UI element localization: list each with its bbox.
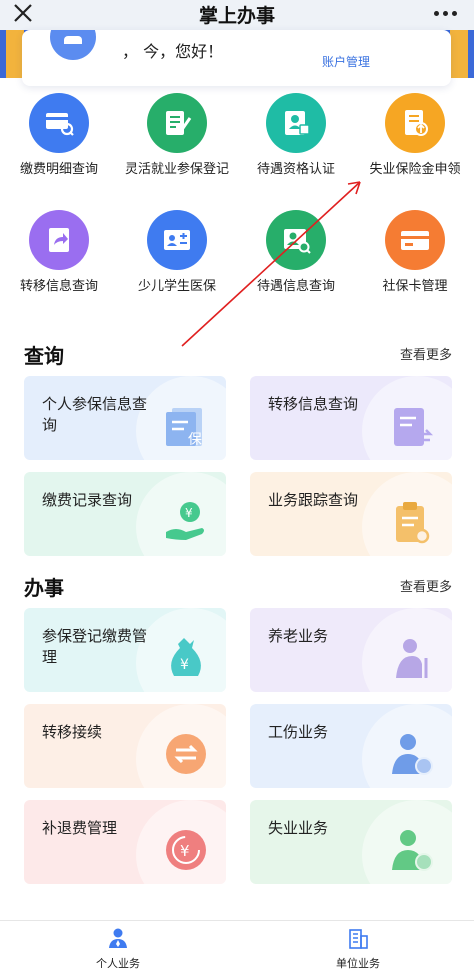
nav-unit-business[interactable]: 单位业务	[298, 927, 418, 971]
card-personal-insurance-query[interactable]: 个人参保信息查询 保	[24, 376, 226, 460]
user-card-wrap: ， 今，您好！ 账户管理	[0, 30, 474, 90]
page-title: 掌上办事	[198, 5, 275, 27]
unemployment-person-icon	[392, 830, 433, 871]
card-transfer-info-query[interactable]: 转移信息查询	[250, 376, 452, 460]
user-card: ， 今，您好！ 账户管理	[22, 30, 451, 86]
section-title: 查询	[24, 344, 64, 368]
card-pension-business[interactable]: 养老业务	[250, 608, 452, 692]
top-bar: 掌上办事	[0, 0, 474, 30]
benefit-info-search-icon	[266, 210, 326, 270]
quick-item-benefit-info[interactable]: 待遇信息查询	[237, 210, 355, 295]
card-label: 转移信息查询	[268, 395, 359, 413]
quick-item-label: 社保卡管理	[382, 279, 448, 294]
money-bag-icon: ¥	[171, 638, 201, 676]
card-payment-record-query[interactable]: 缴费记录查询 ¥	[24, 472, 226, 556]
quick-item-benefit-qualification[interactable]: 待遇资格认证	[237, 93, 355, 178]
card-insurance-registration-payment[interactable]: 参保登记缴费管理 ¥	[24, 608, 226, 692]
user-greeting: ， 今，您好！	[122, 42, 224, 61]
work-see-more-link[interactable]: 查看更多	[400, 576, 452, 595]
quick-item-label: 少儿学生医保	[137, 279, 216, 294]
quick-item-payment-detail[interactable]: 缴费明细查询	[0, 93, 118, 178]
nav-personal-business[interactable]: 个人业务	[58, 927, 178, 971]
transfer-doc-icon	[394, 408, 434, 446]
payment-hand-icon: ¥	[166, 502, 204, 540]
card-refund-management[interactable]: 补退费管理 ¥	[24, 800, 226, 884]
query-see-more-link[interactable]: 查看更多	[400, 344, 452, 363]
work-injury-icon	[392, 734, 433, 775]
tracking-clipboard-icon	[396, 502, 430, 544]
nav-label: 个人业务	[96, 957, 140, 970]
card-label: 转移接续	[42, 723, 103, 741]
quick-item-label: 失业保险金申领	[369, 162, 461, 177]
transfer-arrows-icon	[166, 734, 206, 774]
child-medical-insurance-icon	[147, 210, 207, 270]
quick-item-unemployment-claim[interactable]: 失业保险金申领	[356, 93, 474, 178]
payment-detail-search-icon	[29, 93, 89, 153]
quick-item-label: 待遇资格认证	[256, 162, 335, 177]
quick-item-child-medical[interactable]: 少儿学生医保	[118, 210, 236, 295]
card-unemployment-business[interactable]: 失业业务	[250, 800, 452, 884]
transfer-info-icon	[29, 210, 89, 270]
quick-item-label: 待遇信息查询	[256, 279, 335, 294]
svg-text:保: 保	[188, 432, 202, 448]
refund-icon: ¥	[166, 830, 206, 870]
svg-text:¥: ¥	[185, 506, 193, 520]
quick-item-label: 缴费明细查询	[19, 162, 98, 177]
quick-item-social-card[interactable]: 社保卡管理	[356, 210, 474, 295]
card-label: 补退费管理	[42, 819, 118, 837]
avatar[interactable]	[50, 30, 96, 60]
benefit-qualification-icon	[266, 93, 326, 153]
flexible-employment-register-icon	[147, 93, 207, 153]
card-label: 养老业务	[268, 627, 329, 645]
quick-item-label: 灵活就业参保登记	[124, 162, 229, 177]
card-label: 缴费记录查询	[42, 491, 133, 509]
card-work-injury[interactable]: 工伤业务	[250, 704, 452, 788]
person-icon	[109, 928, 127, 948]
work-section-header: 办事 查看更多	[24, 572, 452, 602]
bottom-nav: 个人业务 单位业务	[0, 920, 474, 977]
card-transfer-continuation[interactable]: 转移接续	[24, 704, 226, 788]
unemployment-claim-icon	[385, 93, 445, 153]
quick-item-flexible-employment[interactable]: 灵活就业参保登记	[118, 93, 236, 178]
svg-text:¥: ¥	[180, 842, 190, 860]
card-label: 个人参保信息查询	[42, 395, 148, 434]
quick-item-transfer-info[interactable]: 转移信息查询	[0, 210, 118, 295]
nav-label: 单位业务	[336, 957, 380, 970]
account-management-link[interactable]: 账户管理	[322, 53, 370, 70]
card-label: 参保登记缴费管理	[42, 627, 148, 666]
card-business-tracking-query[interactable]: 业务跟踪查询	[250, 472, 452, 556]
svg-text:¥: ¥	[180, 657, 189, 673]
section-title: 办事	[24, 576, 64, 600]
building-icon	[349, 929, 368, 949]
card-label: 业务跟踪查询	[268, 491, 359, 509]
card-label: 工伤业务	[268, 723, 329, 741]
card-label: 失业业务	[268, 819, 329, 837]
insurance-doc-icon: 保	[166, 408, 202, 448]
query-section-header: 查询 查看更多	[24, 340, 452, 370]
elderly-icon	[396, 639, 428, 678]
quick-item-label: 转移信息查询	[19, 279, 98, 294]
more-options-icon[interactable]	[434, 11, 458, 17]
social-security-card-icon	[385, 210, 445, 270]
